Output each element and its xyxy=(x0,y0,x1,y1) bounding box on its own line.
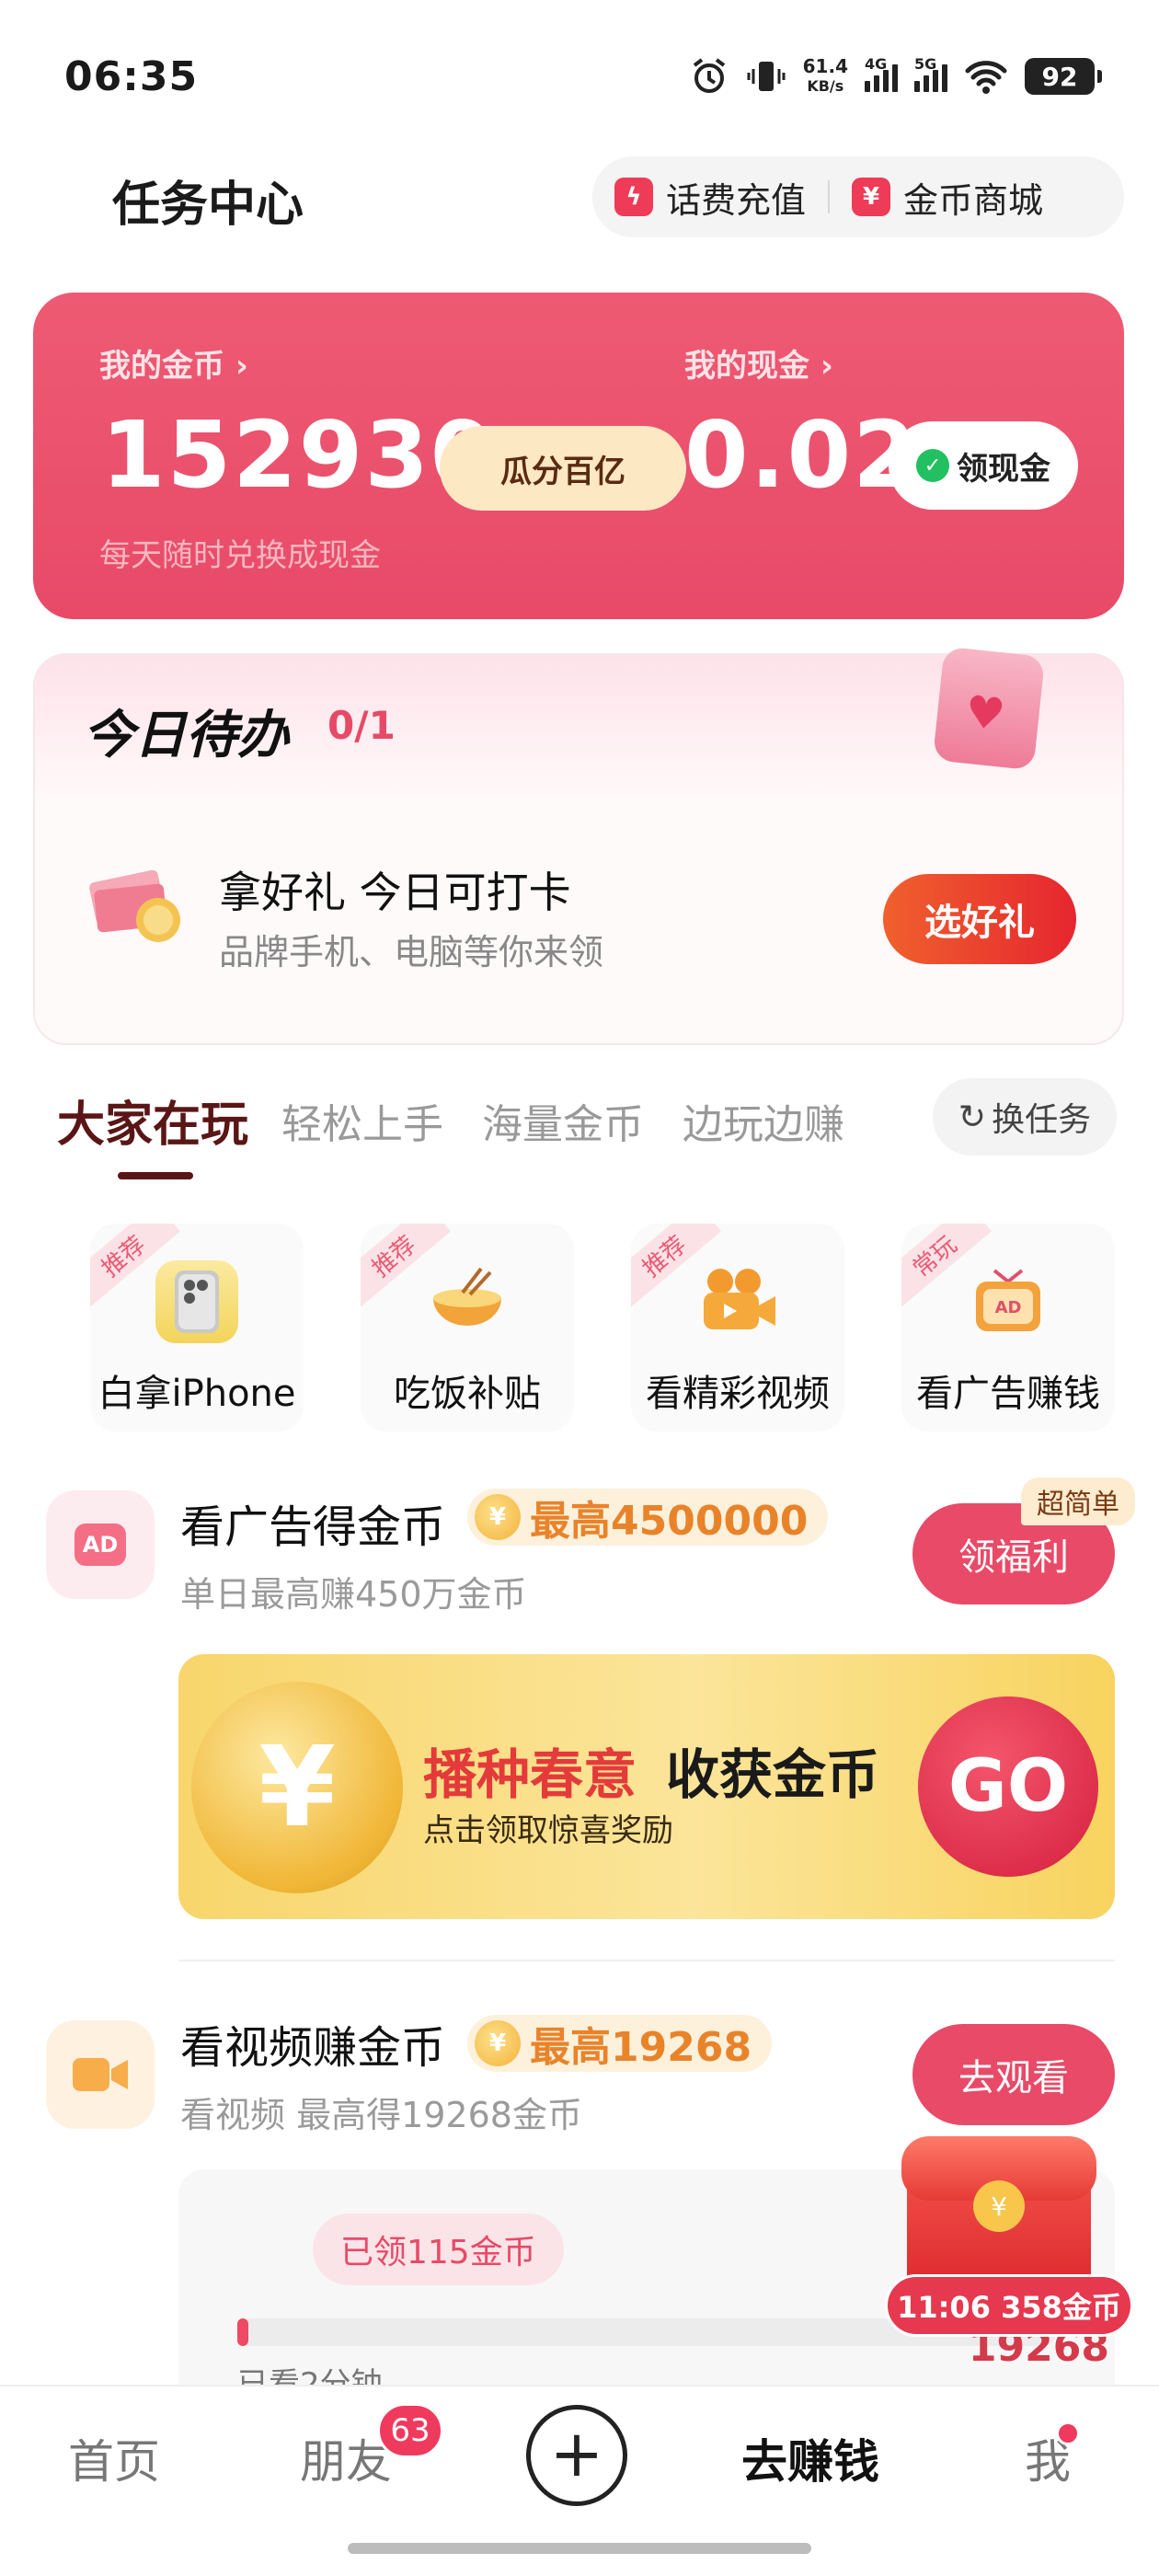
vibrate-icon xyxy=(747,62,786,91)
coin-icon: ¥ xyxy=(973,2180,1025,2232)
lightning-icon: ϟ xyxy=(614,178,653,216)
signal-4g-icon: 4G xyxy=(865,55,898,92)
ad-tv-icon: AD xyxy=(967,1260,1050,1343)
tab-massive-coins[interactable]: 海量金币 xyxy=(482,1091,644,1150)
video-camera-icon xyxy=(73,2058,128,2091)
money-stack-icon xyxy=(89,869,180,942)
divider xyxy=(178,1960,1115,1961)
nav-home[interactable]: 首页 xyxy=(68,2425,160,2491)
coin-mall-button[interactable]: ¥ 金币商城 xyxy=(830,172,1065,223)
nav-earn[interactable]: 去赚钱 xyxy=(741,2425,879,2491)
phone-icon xyxy=(155,1260,238,1343)
wechat-icon: ✓ xyxy=(916,449,949,482)
todo-title: 今日待办 xyxy=(83,706,289,765)
tab-play-and-earn[interactable]: 边玩边赚 xyxy=(683,1091,844,1150)
ad-task-icon: AD xyxy=(46,1490,155,1599)
bottom-nav: 首页 朋友 63 + 去赚钱 我 xyxy=(0,2385,1159,2576)
coin-icon: ¥ xyxy=(475,2020,521,2066)
ad-reward-value: 最高4500000 xyxy=(530,1498,809,1545)
go-button[interactable]: GO xyxy=(918,1696,1098,1877)
alarm-icon xyxy=(693,58,725,93)
gift-bag-icon: ♥ xyxy=(932,646,1046,771)
signal-5g-icon: 5G xyxy=(914,55,947,92)
signal-4g-label: 4G xyxy=(865,55,888,73)
coin-card-subtitle: 每天随时兑换成现金 xyxy=(99,537,381,574)
go-watch-button[interactable]: 去观看 xyxy=(912,2024,1115,2125)
my-cash-link[interactable]: 我的现金 › xyxy=(684,340,833,385)
ad-task-title: 看广告得金币 xyxy=(180,1501,446,1553)
category-card-ad-earn[interactable]: 常玩 AD 看广告赚钱 xyxy=(901,1224,1115,1432)
tab-easy-start[interactable]: 轻松上手 xyxy=(281,1091,443,1150)
coin-icon: ¥ xyxy=(475,1494,521,1540)
swap-label: 换任务 xyxy=(992,1101,1092,1139)
recharge-button[interactable]: ϟ 话费充值 xyxy=(592,172,828,223)
video-reward-value: 最高19268 xyxy=(530,2024,752,2071)
status-icons: 61.4 KB/s 4G 5G 92 xyxy=(689,53,1102,99)
ad-task-subtitle: 单日最高赚450万金币 xyxy=(180,1574,527,1615)
category-label: 看广告赚钱 xyxy=(916,1373,1100,1415)
coin-card: 我的金币 › 152930 瓜分百亿 我的现金 › 0.02 ✓ 领现金 每天随… xyxy=(33,293,1124,619)
active-tab-indicator xyxy=(118,1172,193,1179)
promo-banner[interactable]: ¥ 播种春意 收获金币 点击领取惊喜奖励 GO xyxy=(178,1654,1115,1919)
video-task-icon xyxy=(46,2020,155,2129)
banner-subtitle: 点击领取惊喜奖励 xyxy=(423,1812,673,1849)
coins-value: 152930 xyxy=(101,401,497,509)
video-task-subtitle: 看视频 最高得19268金币 xyxy=(180,2095,582,2135)
banner-title-red: 播种春意 xyxy=(423,1743,637,1806)
page-title: 任务中心 xyxy=(112,178,304,233)
category-label: 白拿iPhone xyxy=(98,1373,296,1415)
net-speed: 61.4 KB/s xyxy=(803,56,848,97)
net-speed-value: 61.4 xyxy=(802,55,848,77)
pick-gift-button[interactable]: 选好礼 xyxy=(883,874,1076,964)
svg-text:AD: AD xyxy=(995,1298,1022,1317)
home-indicator[interactable] xyxy=(348,2543,811,2554)
progress-bar-fill xyxy=(237,2318,248,2346)
tab-everyone-playing[interactable]: 大家在玩 xyxy=(57,1086,248,1155)
super-easy-badge: 超简单 xyxy=(1021,1478,1135,1525)
wifi-icon xyxy=(965,61,1007,94)
todo-item-title: 拿好礼 今日可打卡 xyxy=(219,868,571,917)
swap-tasks-button[interactable]: ↻ 换任务 xyxy=(933,1078,1117,1156)
recharge-label: 话费充值 xyxy=(666,179,807,221)
cash-value: 0.02 xyxy=(684,401,919,509)
refresh-icon: ↻ xyxy=(958,1098,987,1136)
category-card-watch-video[interactable]: 推荐 看精彩视频 xyxy=(631,1224,844,1432)
status-time: 06:35 xyxy=(64,53,199,100)
friends-badge: 63 xyxy=(377,2403,443,2458)
mall-label: 金币商城 xyxy=(903,179,1044,221)
video-task-title: 看视频赚金币 xyxy=(180,2022,446,2074)
notification-dot xyxy=(1056,2421,1080,2445)
header-actions: ϟ 话费充值 ¥ 金币商城 xyxy=(592,156,1124,237)
battery-icon: 92 xyxy=(1025,58,1102,95)
claim-cash-button[interactable]: ✓ 领现金 xyxy=(889,421,1078,510)
noodle-bowl-icon xyxy=(426,1260,509,1343)
banner-title-black: 收获金币 xyxy=(666,1743,880,1806)
category-label: 看精彩视频 xyxy=(646,1373,830,1415)
todo-card: 今日待办 0/1 ♥ 拿好礼 今日可打卡 品牌手机、电脑等你来领 选好礼 xyxy=(33,646,1124,1045)
category-card-iphone[interactable]: 推荐 白拿iPhone xyxy=(90,1224,304,1432)
ad-task-reward: ¥ 最高4500000 xyxy=(467,1489,829,1546)
category-label: 吃饭补贴 xyxy=(394,1373,541,1415)
claim-cash-label: 领现金 xyxy=(957,450,1050,488)
ticket-icon: ¥ xyxy=(852,178,891,216)
net-speed-unit: KB/s xyxy=(807,77,844,95)
video-camera-icon xyxy=(696,1260,779,1343)
signal-5g-label: 5G xyxy=(914,55,937,73)
todo-count: 0/1 xyxy=(327,703,396,748)
reward-timer-pill[interactable]: 11:06 358金币 xyxy=(885,2274,1133,2337)
video-task-reward: ¥ 最高19268 xyxy=(467,2015,773,2072)
split-billions-button[interactable]: 瓜分百亿 xyxy=(440,426,686,511)
claimed-coins-bubble: 已领115金币 xyxy=(313,2214,564,2285)
yuan-coin-icon: ¥ xyxy=(191,1682,403,1893)
todo-item-subtitle: 品牌手机、电脑等你来领 xyxy=(219,932,604,972)
category-card-meal-subsidy[interactable]: 推荐 吃饭补贴 xyxy=(361,1224,574,1432)
ad-icon-label: AD xyxy=(75,1524,126,1566)
create-plus-button[interactable]: + xyxy=(526,2405,627,2506)
my-coins-link[interactable]: 我的金币 › xyxy=(99,340,248,385)
